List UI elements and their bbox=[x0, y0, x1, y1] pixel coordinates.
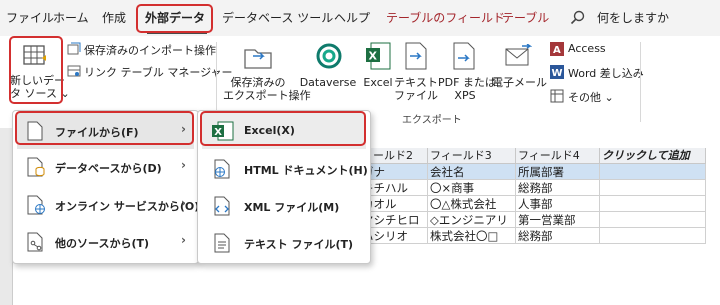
excel-export-icon: X bbox=[365, 42, 391, 73]
dataverse-export-button[interactable]: Dataverse bbox=[298, 76, 358, 89]
search-box-label[interactable]: 何をしますか bbox=[597, 0, 669, 36]
pdf-xps-export-icon bbox=[452, 42, 476, 73]
saved-exports-label-1[interactable]: 保存済みの bbox=[223, 76, 293, 89]
saved-imports-icon bbox=[67, 42, 81, 59]
export-group-label: エクスポート bbox=[402, 115, 462, 126]
svg-text:W: W bbox=[552, 68, 563, 79]
linked-table-manager-icon bbox=[67, 64, 81, 81]
table-cell[interactable] bbox=[600, 228, 706, 244]
saved-imports-button[interactable]: 保存済みのインポート操作 bbox=[84, 42, 216, 58]
menu-item-html-document[interactable]: HTML ドキュメント(H) bbox=[202, 151, 368, 187]
text-file-export-label-1[interactable]: テキスト bbox=[394, 76, 438, 89]
table-cell[interactable]: 〇△株式会社 bbox=[428, 196, 516, 212]
online-service-icon bbox=[27, 195, 47, 218]
word-merge-icon: W bbox=[550, 65, 564, 82]
other-source-icon bbox=[27, 232, 47, 255]
tab-create[interactable]: 作成 bbox=[102, 0, 126, 36]
column-header[interactable]: フィールド4 bbox=[516, 148, 600, 164]
table-cell[interactable] bbox=[600, 212, 706, 228]
ribbon-tab-bar: ファイル ホーム 作成 外部データ データベース ツール ヘルプ テーブルのフィ… bbox=[0, 0, 720, 36]
email-export-icon bbox=[504, 43, 533, 71]
group-divider bbox=[640, 42, 641, 122]
highlight-tab-external-data bbox=[136, 4, 213, 33]
menu-item-from-online-service[interactable]: オンライン サービスから(O) › bbox=[17, 187, 199, 223]
add-column-header[interactable]: クリックして追加 bbox=[600, 148, 706, 164]
table-cell[interactable]: ◇エンジニアリ bbox=[428, 212, 516, 228]
pdf-xps-export-label-1[interactable]: PDF または bbox=[438, 76, 496, 89]
database-file-icon bbox=[27, 157, 47, 180]
submenu-arrow-icon: › bbox=[181, 196, 186, 210]
table-cell[interactable]: 人事部 bbox=[516, 196, 600, 212]
table-cell[interactable]: 第一営業部 bbox=[516, 212, 600, 228]
table-cell[interactable]: 総務部 bbox=[516, 180, 600, 196]
svg-text:A: A bbox=[553, 45, 561, 56]
table-cell[interactable] bbox=[600, 164, 706, 180]
html-document-icon bbox=[212, 159, 232, 182]
menu-item-from-other-sources[interactable]: 他のソースから(T) › bbox=[17, 224, 194, 260]
menu-item-xml-file[interactable]: XML ファイル(M) bbox=[202, 188, 366, 224]
search-icon bbox=[570, 10, 586, 29]
menu-item-from-database[interactable]: データベースから(D) › bbox=[17, 149, 194, 185]
table-cell[interactable] bbox=[600, 180, 706, 196]
highlight-new-data-source bbox=[9, 36, 63, 104]
tab-help[interactable]: ヘルプ bbox=[334, 0, 370, 36]
tab-home[interactable]: ホーム bbox=[53, 0, 89, 36]
email-export-button[interactable]: 電子メール bbox=[492, 76, 547, 89]
table-cell[interactable]: 〇×商事 bbox=[428, 180, 516, 196]
table-cell[interactable] bbox=[600, 196, 706, 212]
text-file-icon bbox=[212, 233, 232, 256]
tab-file[interactable]: ファイル bbox=[6, 0, 54, 36]
xml-file-icon bbox=[212, 196, 232, 219]
tab-database-tools[interactable]: データベース ツール bbox=[222, 0, 333, 36]
pdf-xps-export-label-2[interactable]: XPS bbox=[438, 89, 492, 102]
saved-exports-icon bbox=[243, 42, 273, 73]
other-export-button[interactable]: その他 ⌄ bbox=[568, 89, 614, 105]
access-export-button[interactable]: Access bbox=[568, 42, 606, 55]
table-cell[interactable]: 株式会社〇□ bbox=[428, 228, 516, 244]
word-merge-button[interactable]: Word 差し込み bbox=[568, 65, 644, 81]
linked-table-manager-button[interactable]: リンク テーブル マネージャー bbox=[84, 64, 233, 80]
highlight-from-file bbox=[15, 111, 194, 145]
tab-table[interactable]: テーブル bbox=[502, 0, 549, 36]
saved-exports-label-2[interactable]: エクスポート操作 bbox=[223, 89, 311, 102]
svg-text:X: X bbox=[369, 50, 378, 63]
highlight-excel bbox=[200, 111, 366, 146]
column-header[interactable]: フィールド3 bbox=[428, 148, 516, 164]
text-file-export-label-2[interactable]: ファイル bbox=[394, 89, 438, 102]
submenu-arrow-icon: › bbox=[181, 233, 186, 247]
excel-export-button[interactable]: Excel bbox=[360, 76, 396, 89]
table-cell[interactable]: 総務部 bbox=[516, 228, 600, 244]
menu-item-text-file[interactable]: テキスト ファイル(T) bbox=[202, 225, 366, 261]
tab-table-fields[interactable]: テーブルのフィールド bbox=[386, 0, 505, 36]
table-cell[interactable]: 会社名 bbox=[428, 164, 516, 180]
other-export-icon bbox=[550, 89, 564, 106]
access-export-icon: A bbox=[550, 42, 564, 59]
text-file-export-icon bbox=[404, 42, 428, 73]
submenu-arrow-icon: › bbox=[181, 158, 186, 172]
table-cell[interactable]: 所属部署 bbox=[516, 164, 600, 180]
dataverse-icon bbox=[314, 41, 344, 74]
